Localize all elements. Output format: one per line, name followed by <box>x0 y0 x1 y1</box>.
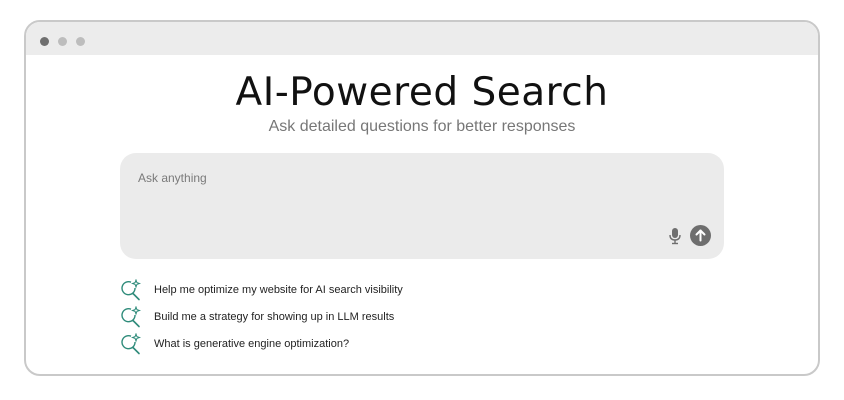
search-box[interactable] <box>120 153 724 259</box>
page-subtitle: Ask detailed questions for better respon… <box>268 118 576 135</box>
sparkle-search-icon <box>120 304 142 328</box>
suggestion-label: Build me a strategy for showing up in LL… <box>154 310 395 323</box>
search-input[interactable] <box>138 169 658 187</box>
window-close-button[interactable] <box>40 37 49 46</box>
send-button[interactable] <box>690 225 711 246</box>
window-minimize-button[interactable] <box>58 37 67 46</box>
sparkle-search-icon <box>120 331 142 355</box>
microphone-icon[interactable] <box>668 227 682 245</box>
window-maximize-button[interactable] <box>76 37 85 46</box>
arrow-up-icon <box>695 229 706 242</box>
suggestion-item[interactable]: Help me optimize my website for AI searc… <box>120 276 403 303</box>
suggestion-item[interactable]: What is generative engine optimization? <box>120 330 403 357</box>
suggestion-item[interactable]: Build me a strategy for showing up in LL… <box>120 303 403 330</box>
suggestion-list: Help me optimize my website for AI searc… <box>120 276 403 357</box>
page-title: AI-Powered Search <box>235 70 609 115</box>
suggestion-label: Help me optimize my website for AI searc… <box>154 283 403 296</box>
browser-window: AI-Powered Search Ask detailed questions… <box>24 20 820 376</box>
suggestion-label: What is generative engine optimization? <box>154 337 350 350</box>
window-titlebar <box>26 22 818 55</box>
sparkle-search-icon <box>120 277 142 301</box>
